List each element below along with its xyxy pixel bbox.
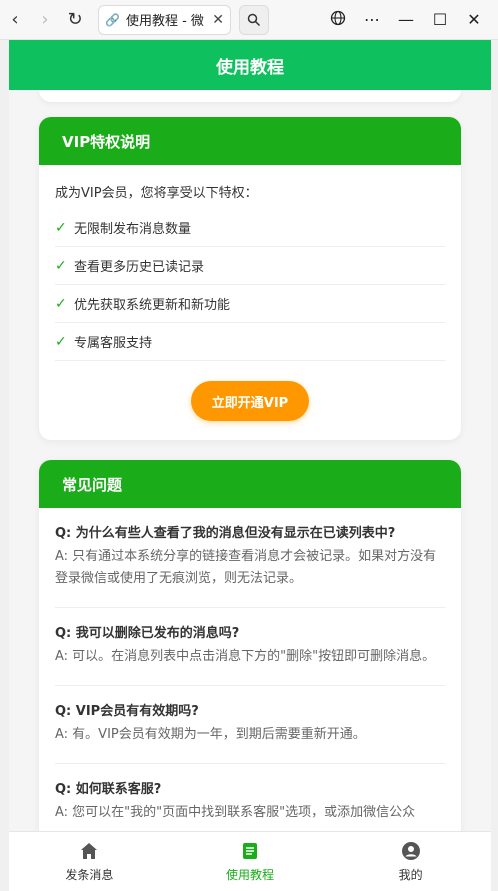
faq-answer: A: 可以。在消息列表中点击消息下方的"删除"按钮即可删除消息。 bbox=[55, 649, 436, 664]
window-close-icon[interactable]: ✕ bbox=[460, 10, 488, 29]
nav-item-mine[interactable]: 我的 bbox=[330, 832, 491, 891]
minimize-icon[interactable]: — bbox=[392, 10, 420, 29]
previous-card bbox=[39, 90, 461, 102]
faq-answer: A: 只有通过本系统分享的链接查看消息才会被记录。如果对方没有登录微信或使用了无… bbox=[55, 549, 437, 586]
check-icon: ✓ bbox=[55, 295, 67, 312]
faq-question: Q: 为什么有些人查看了我的消息但没有显示在已读列表中? bbox=[55, 526, 396, 541]
faq-question: Q: 如何联系客服? bbox=[55, 782, 162, 797]
nav-label: 我的 bbox=[398, 867, 423, 882]
page-title: 使用教程 bbox=[216, 57, 284, 78]
vip-card-header: VIP特权说明 bbox=[39, 117, 461, 165]
nav-item-tutorial[interactable]: 使用教程 bbox=[170, 832, 331, 891]
vip-button-wrap: 立即开通VIP bbox=[39, 381, 461, 421]
browser-toolbar: ‹ › ↻ 🔗 使用教程 - 微 ✕ ⋯ — ☐ ✕ bbox=[0, 0, 498, 40]
privilege-label: 查看更多历史已读记录 bbox=[74, 260, 205, 275]
faq-item: Q: 如何联系客服? A: 您可以在"我的"页面中找到联系客服"选项，或添加微信… bbox=[55, 764, 445, 831]
faq-question: Q: VIP会员有有效期吗? bbox=[55, 704, 199, 719]
nav-label: 使用教程 bbox=[226, 867, 275, 882]
faq-list: Q: 为什么有些人查看了我的消息但没有显示在已读列表中? A: 只有通过本系统分… bbox=[39, 508, 461, 831]
list-item: ✓ 无限制发布消息数量 bbox=[55, 209, 445, 247]
nav-item-send-message[interactable]: 发条消息 bbox=[9, 832, 170, 891]
privilege-list: ✓ 无限制发布消息数量 ✓ 查看更多历史已读记录 ✓ 优先获取系统更新和新功能 … bbox=[39, 209, 461, 361]
reload-button[interactable]: ↻ bbox=[60, 5, 90, 35]
main-content[interactable]: VIP特权说明 成为VIP会员，您将享受以下特权： ✓ 无限制发布消息数量 ✓ … bbox=[9, 90, 491, 831]
bottom-nav: 发条消息 使用教程 我的 bbox=[9, 831, 491, 891]
search-button[interactable] bbox=[239, 4, 269, 35]
faq-question: Q: 我可以删除已发布的消息吗? bbox=[55, 626, 240, 641]
nav-label: 发条消息 bbox=[65, 867, 114, 882]
forward-button[interactable]: › bbox=[30, 5, 60, 35]
home-icon bbox=[81, 842, 98, 859]
list-item: ✓ 查看更多历史已读记录 bbox=[55, 247, 445, 285]
vip-card: VIP特权说明 成为VIP会员，您将享受以下特权： ✓ 无限制发布消息数量 ✓ … bbox=[39, 117, 461, 440]
globe-icon[interactable] bbox=[324, 10, 352, 30]
more-icon[interactable]: ⋯ bbox=[358, 10, 386, 29]
check-icon: ✓ bbox=[55, 219, 67, 236]
list-item: ✓ 专属客服支持 bbox=[55, 323, 445, 361]
list-item: ✓ 优先获取系统更新和新功能 bbox=[55, 285, 445, 323]
check-icon: ✓ bbox=[55, 333, 67, 350]
vip-intro: 成为VIP会员，您将享受以下特权： bbox=[55, 186, 258, 201]
app-header: 使用教程 bbox=[9, 40, 491, 90]
privilege-label: 优先获取系统更新和新功能 bbox=[74, 298, 231, 313]
faq-card-header: 常见问题 bbox=[39, 460, 461, 508]
browser-tab[interactable]: 🔗 使用教程 - 微 ✕ bbox=[98, 4, 231, 35]
faq-item: Q: VIP会员有有效期吗? A: 有。VIP会员有效期为一年，到期后需要重新开… bbox=[55, 686, 445, 764]
faq-item: Q: 我可以删除已发布的消息吗? A: 可以。在消息列表中点击消息下方的"删除"… bbox=[55, 608, 445, 686]
privilege-label: 无限制发布消息数量 bbox=[74, 222, 192, 237]
user-icon bbox=[401, 841, 420, 860]
faq-item: Q: 为什么有些人查看了我的消息但没有显示在已读列表中? A: 只有通过本系统分… bbox=[55, 508, 445, 608]
privilege-label: 专属客服支持 bbox=[74, 336, 153, 351]
faq-answer: A: 您可以在"我的"页面中找到联系客服"选项，或添加微信公众 bbox=[55, 805, 416, 820]
check-icon: ✓ bbox=[55, 257, 67, 274]
back-button[interactable]: ‹ bbox=[0, 5, 30, 35]
search-icon bbox=[247, 13, 261, 26]
faq-answer: A: 有。VIP会员有效期为一年，到期后需要重新开通。 bbox=[55, 727, 366, 742]
app-frame: 使用教程 VIP特权说明 成为VIP会员，您将享受以下特权： ✓ 无限制发布消息… bbox=[9, 40, 491, 891]
link-icon: 🔗 bbox=[105, 12, 120, 27]
maximize-icon[interactable]: ☐ bbox=[426, 10, 454, 29]
close-icon[interactable]: ✕ bbox=[212, 12, 224, 28]
tab-title: 使用教程 - 微 bbox=[125, 14, 204, 29]
document-icon bbox=[243, 842, 257, 859]
open-vip-button[interactable]: 立即开通VIP bbox=[191, 381, 309, 421]
faq-card: 常见问题 Q: 为什么有些人查看了我的消息但没有显示在已读列表中? A: 只有通… bbox=[39, 460, 461, 831]
